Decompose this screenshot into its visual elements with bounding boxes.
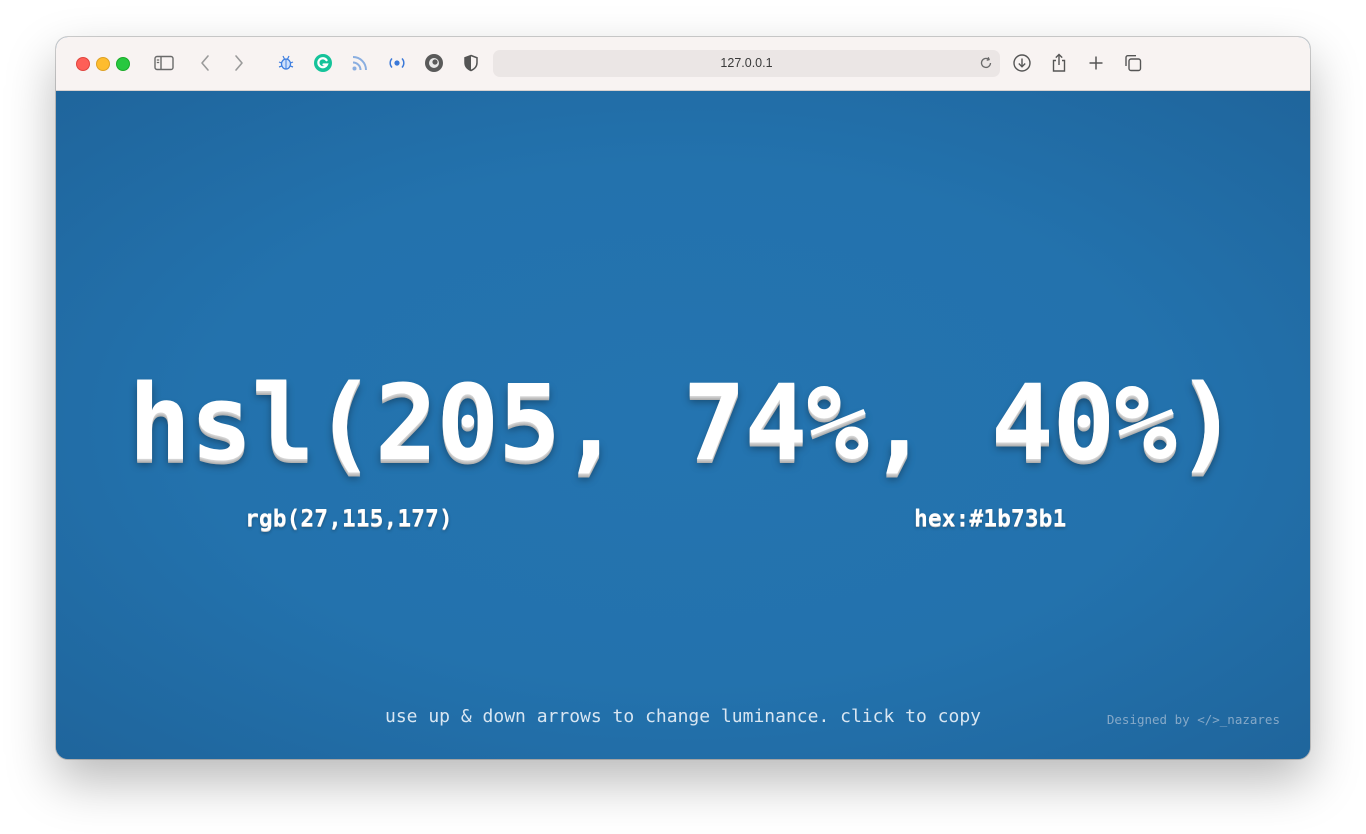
grammarly-icon[interactable] — [312, 52, 334, 74]
bug-extension-icon[interactable] — [275, 52, 297, 74]
hex-value[interactable]: hex:#1b73b1 — [914, 504, 1066, 534]
new-tab-icon[interactable] — [1085, 52, 1107, 74]
back-icon[interactable] — [194, 52, 216, 74]
credit-author-link[interactable]: </>_nazares — [1197, 712, 1280, 727]
shield-icon[interactable] — [460, 52, 482, 74]
close-window-button[interactable] — [76, 57, 90, 71]
credit-prefix: Designed by — [1106, 712, 1190, 727]
sidebar-icon[interactable] — [153, 52, 175, 74]
url-text: 127.0.0.1 — [720, 56, 773, 70]
address-bar[interactable]: 127.0.0.1 — [493, 50, 1000, 77]
maximize-window-button[interactable] — [116, 57, 130, 71]
browser-toolbar: 127.0.0.1 — [56, 37, 1310, 91]
rgb-value[interactable]: rgb(27,115,177) — [245, 504, 453, 534]
camera-extension-icon[interactable] — [423, 52, 445, 74]
designer-credit: Designed by </>_nazares — [1107, 711, 1280, 729]
hsl-value[interactable]: hsl(205, 74%, 40%) — [56, 363, 1310, 483]
rss-icon[interactable] — [349, 52, 371, 74]
forward-icon[interactable] — [228, 52, 250, 74]
download-icon[interactable] — [1011, 52, 1033, 74]
browser-window: 127.0.0.1 hsl(205, 74%, 40%) rgb(27,115,… — [56, 37, 1310, 759]
reload-icon[interactable] — [978, 55, 994, 71]
color-display-area[interactable]: hsl(205, 74%, 40%) rgb(27,115,177) hex:#… — [56, 91, 1310, 759]
radar-extension-icon[interactable] — [386, 52, 408, 74]
minimize-window-button[interactable] — [96, 57, 110, 71]
tabs-overview-icon[interactable] — [1122, 52, 1144, 74]
share-icon[interactable] — [1048, 52, 1070, 74]
